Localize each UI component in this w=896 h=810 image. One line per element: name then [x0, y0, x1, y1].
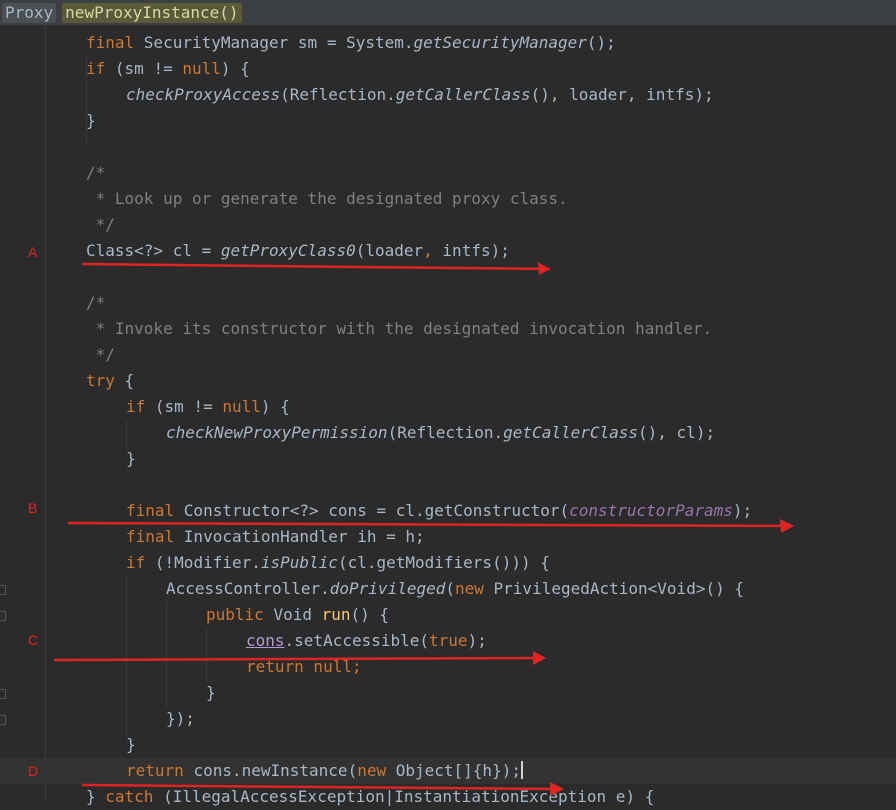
breadcrumb: Proxy newProxyInstance() — [0, 0, 896, 26]
token: SecurityManager sm = System. — [143, 33, 414, 52]
annotation-marker-a: A — [28, 244, 38, 260]
token: cons — [246, 631, 285, 650]
token: new — [455, 579, 494, 598]
token: } — [126, 449, 136, 468]
token: final — [86, 33, 144, 52]
token: (sm != — [114, 59, 183, 78]
token: cons.newInstance( — [193, 761, 358, 780]
comment-line: /* — [86, 163, 106, 182]
token: (); — [586, 33, 616, 52]
code-line: if (sm != null) { — [86, 56, 250, 82]
token: } — [86, 111, 96, 130]
comment-line: * Invoke its constructor with the design… — [86, 319, 713, 338]
token: if — [86, 59, 115, 78]
token: } — [126, 735, 136, 754]
token: if — [126, 397, 155, 416]
token: if — [126, 553, 155, 572]
annotation-marker-d: D — [28, 763, 39, 779]
token: PrivilegedAction<Void>() { — [493, 579, 744, 598]
token: (Reflection. — [387, 423, 504, 442]
code-line: } — [86, 108, 96, 134]
token: } — [206, 683, 216, 702]
code-line: checkNewProxyPermission(Reflection.getCa… — [166, 420, 715, 446]
token: new — [357, 761, 396, 780]
token: true — [429, 631, 468, 650]
token: getCallerClass — [503, 423, 639, 442]
token: null — [222, 397, 261, 416]
fold-icon[interactable] — [0, 689, 6, 699]
comment-line: */ — [86, 215, 115, 234]
token: ) { — [220, 59, 250, 78]
token: (), cl); — [638, 423, 716, 442]
token: { — [124, 371, 135, 390]
code-line: } — [126, 446, 136, 472]
code-line: checkProxyAccess(Reflection.getCallerCla… — [126, 82, 714, 108]
comment-line: * Look up or generate the designated pro… — [86, 189, 568, 208]
token: public — [206, 605, 274, 624]
code-line: } — [206, 680, 216, 706]
token: checkNewProxyPermission — [166, 423, 388, 442]
token: ); — [467, 631, 487, 650]
token: AccessController. — [166, 579, 330, 598]
token: checkProxyAccess — [126, 85, 281, 104]
code-line: public Void run() { — [206, 602, 389, 628]
token: (sm != — [154, 397, 223, 416]
token: (Reflection. — [280, 85, 396, 104]
token: null — [182, 59, 221, 78]
breadcrumb-class[interactable]: Proxy — [2, 2, 57, 23]
annotation-marker-b: B — [28, 500, 38, 516]
code-line: }); — [166, 706, 195, 732]
annotation-arrow-a — [81, 262, 551, 275]
token: (), loader, intfs); — [530, 85, 714, 104]
token: getSecurityManager — [413, 33, 587, 52]
annotation-marker-c: C — [28, 632, 39, 648]
code-line: if (!Modifier.isPublic(cl.getModifiers()… — [126, 550, 550, 576]
breadcrumb-method[interactable]: newProxyInstance() — [62, 2, 242, 23]
code-line: } — [126, 732, 136, 758]
code-line: if (sm != null) { — [126, 394, 290, 420]
token: Object[]{h}); — [395, 761, 521, 780]
token: getCallerClass — [395, 85, 531, 104]
fold-icon[interactable] — [0, 715, 6, 725]
text-cursor — [520, 761, 523, 779]
token: () { — [350, 605, 390, 624]
fold-icon[interactable] — [0, 611, 6, 621]
token: Void — [273, 605, 322, 624]
code-line: try { — [86, 368, 134, 394]
token: .setAccessible( — [284, 631, 430, 650]
code-line: final SecurityManager sm = System.getSec… — [86, 30, 616, 56]
code-line: AccessController.doPrivileged(new Privil… — [166, 576, 744, 602]
token: (cl.getModifiers())) { — [337, 553, 550, 572]
annotation-arrow-b — [67, 519, 794, 533]
token: isPublic — [260, 553, 338, 572]
token: return — [126, 761, 194, 780]
annotation-arrow-d — [81, 782, 564, 796]
token: ( — [445, 579, 455, 598]
gutter-separator — [45, 26, 46, 802]
token: }); — [166, 709, 195, 728]
comment-line: */ — [86, 345, 115, 364]
token: run — [321, 605, 351, 624]
fold-icon[interactable] — [0, 585, 6, 595]
annotation-arrow-c — [53, 651, 546, 665]
token: try — [86, 371, 125, 390]
token: (!Modifier. — [154, 553, 261, 572]
token: doPrivileged — [329, 579, 446, 598]
token: ) { — [260, 397, 290, 416]
comment-line: /* — [86, 293, 106, 312]
